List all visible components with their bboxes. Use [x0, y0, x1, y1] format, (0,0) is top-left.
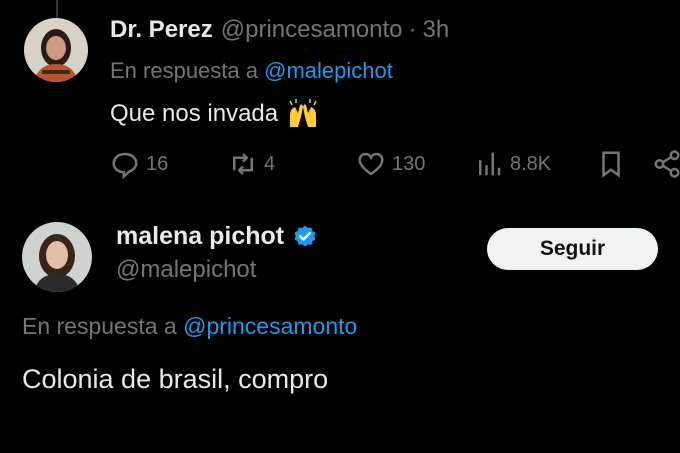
user-handle[interactable]: @princesamonto: [221, 16, 403, 44]
like-button[interactable]: 130: [356, 146, 425, 182]
heart-icon: [358, 152, 384, 176]
mention-link[interactable]: @malepichot: [264, 58, 393, 83]
views-icon: [479, 152, 501, 176]
avatar-malena-pichot[interactable]: [22, 222, 92, 292]
mention-link[interactable]: @princesamonto: [183, 313, 357, 339]
replying-to-prefix: En respuesta a: [110, 58, 258, 83]
tweet-text: Colonia de brasil, compro: [22, 364, 329, 394]
replying-to-prefix: En respuesta a: [22, 313, 177, 339]
timestamp[interactable]: 3h: [423, 16, 450, 44]
separator-dot: ·: [408, 16, 417, 43]
reply-count: 16: [146, 152, 169, 175]
replying-to-line: En respuesta a @malepichot: [110, 58, 393, 84]
main-tweet-name-row: malena pichot: [116, 222, 318, 251]
follow-button[interactable]: Seguir: [487, 228, 658, 270]
display-name[interactable]: Dr. Perez: [110, 16, 213, 44]
reply-tweet-header: Dr. Perez @princesamonto · 3h: [110, 16, 449, 44]
verified-badge-icon: [294, 225, 316, 247]
tweet-text-content: Que nos invada: [110, 100, 279, 127]
tweet-actions-bar: 16 4 130 8.8K: [110, 146, 680, 182]
thread-line: [56, 0, 58, 18]
replying-to-line: En respuesta a @princesamonto: [22, 313, 357, 340]
avatar-dr-perez[interactable]: [24, 18, 88, 82]
raising-hands-icon: [286, 99, 320, 129]
share-button[interactable]: [652, 146, 680, 182]
avatar-image: [22, 222, 92, 292]
share-icon: [654, 150, 680, 178]
views-button[interactable]: 8.8K: [474, 146, 551, 182]
bookmark-icon: [602, 151, 620, 178]
like-count: 130: [392, 152, 426, 175]
reply-icon: [112, 152, 138, 179]
display-name[interactable]: malena pichot: [116, 222, 284, 251]
repost-count: 4: [264, 152, 276, 175]
repost-button[interactable]: 4: [228, 146, 275, 182]
views-count: 8.8K: [510, 152, 552, 175]
bookmark-button[interactable]: [596, 146, 626, 182]
avatar-image: [24, 18, 88, 82]
tweet-text: Que nos invada: [110, 99, 320, 129]
reply-button[interactable]: 16: [110, 146, 168, 182]
repost-icon: [233, 153, 253, 175]
user-handle[interactable]: @malepichot: [116, 256, 256, 284]
